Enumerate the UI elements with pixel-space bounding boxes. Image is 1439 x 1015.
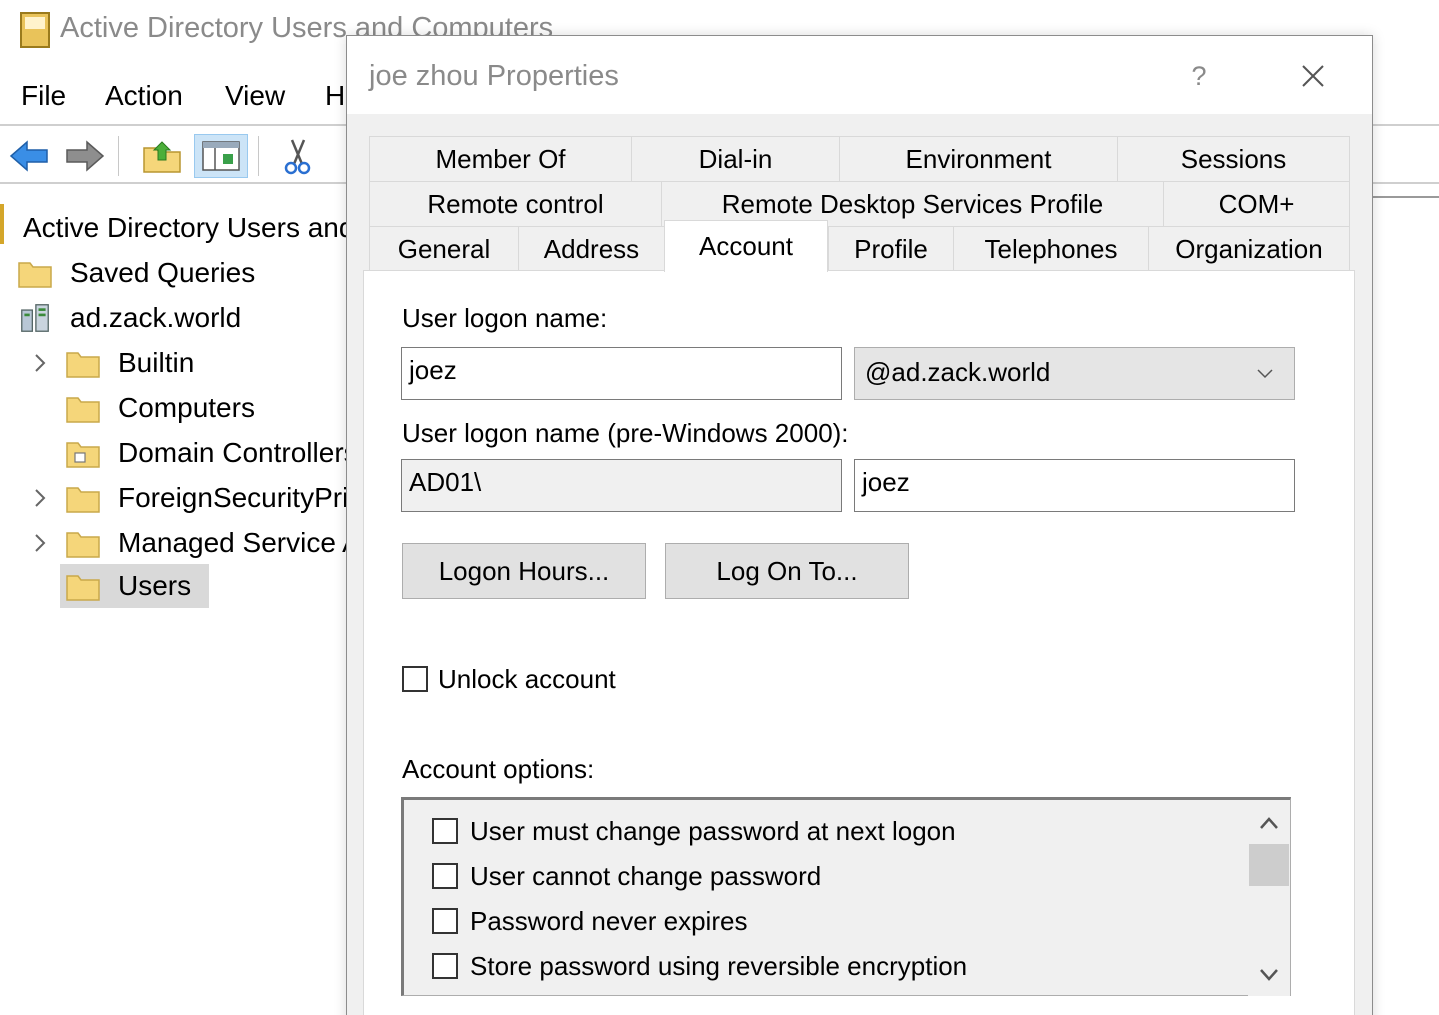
- tree-item-label: Builtin: [118, 347, 195, 378]
- menu-file[interactable]: File: [21, 80, 66, 112]
- tab-account[interactable]: Account: [664, 220, 828, 272]
- upn-suffix-value: @ad.zack.world: [865, 357, 1051, 387]
- ou-folder-icon: [66, 442, 100, 468]
- option-label: User must change password at next logon: [470, 815, 956, 846]
- log-on-to-button[interactable]: Log On To...: [665, 543, 909, 599]
- folder-icon: [18, 262, 52, 288]
- chevron-right-icon[interactable]: [26, 349, 54, 377]
- option-checkbox[interactable]: [432, 953, 458, 979]
- cut-button[interactable]: [270, 134, 324, 178]
- option-label: User cannot change password: [470, 860, 822, 891]
- up-one-level-button[interactable]: [135, 134, 189, 178]
- logon-hours-button[interactable]: Logon Hours...: [402, 543, 646, 599]
- tab-general[interactable]: General: [369, 226, 518, 271]
- tree-item-builtin[interactable]: Builtin: [26, 341, 194, 385]
- tree-item-saved-queries[interactable]: Saved Queries: [18, 251, 255, 295]
- show-hide-console-tree-icon: [202, 141, 240, 171]
- folder-icon: [66, 532, 100, 558]
- list-item[interactable]: User must change password at next logon: [432, 811, 956, 851]
- tab-member-of[interactable]: Member Of: [369, 136, 631, 181]
- tree-item-label: Users: [118, 570, 202, 602]
- tree-item-label: Saved Queries: [70, 257, 256, 288]
- chevron-right-icon[interactable]: [26, 484, 54, 512]
- options-scrollbar[interactable]: [1248, 800, 1290, 996]
- tree-item-label: ad.zack.world: [70, 302, 242, 333]
- pre2000-domain-field: AD01\: [401, 459, 842, 512]
- folder-icon: [66, 575, 100, 601]
- tree-item-label: Domain Controllers: [118, 437, 358, 468]
- back-button[interactable]: [2, 134, 56, 178]
- tab-environment[interactable]: Environment: [839, 136, 1117, 181]
- tab-profile[interactable]: Profile: [828, 226, 953, 271]
- tab-organization[interactable]: Organization: [1148, 226, 1350, 271]
- aduc-app-icon: [20, 12, 50, 48]
- results-pane-header-line: [1372, 196, 1439, 198]
- chevron-down-icon: [1260, 969, 1278, 981]
- tab-dial-in[interactable]: Dial-in: [631, 136, 839, 181]
- tree-item-domain-controllers[interactable]: Domain Controllers: [66, 431, 358, 475]
- chevron-right-icon[interactable]: [26, 529, 54, 557]
- list-item[interactable]: Password never expires: [432, 901, 747, 941]
- unlock-account-checkbox[interactable]: [402, 666, 428, 692]
- dialog-title-bar: joe zhou Properties ?: [347, 36, 1372, 114]
- option-label: Store password using reversible encrypti…: [470, 950, 968, 981]
- tab-address[interactable]: Address: [518, 226, 664, 271]
- list-item[interactable]: Store password using reversible encrypti…: [432, 946, 967, 986]
- folder-icon: [66, 487, 100, 513]
- option-checkbox[interactable]: [432, 863, 458, 889]
- tab-telephones[interactable]: Telephones: [953, 226, 1148, 271]
- option-label: Password never expires: [470, 905, 748, 936]
- tab-remote-control[interactable]: Remote control: [369, 181, 661, 226]
- menu-action[interactable]: Action: [105, 80, 183, 112]
- user-properties-dialog: joe zhou Properties ? Member Of Dial-in …: [346, 35, 1373, 1015]
- tree-item-label: Computers: [118, 392, 255, 423]
- option-checkbox[interactable]: [432, 818, 458, 844]
- upn-suffix-select[interactable]: @ad.zack.world: [854, 347, 1295, 400]
- menu-view[interactable]: View: [225, 80, 285, 112]
- pre2000-logon-label: User logon name (pre-Windows 2000):: [402, 418, 849, 448]
- folder-icon: [66, 397, 100, 423]
- tree-root-icon: [0, 204, 4, 244]
- forward-arrow-icon: [66, 140, 105, 172]
- console-tree: Active Directory Users and Computers Sav…: [0, 200, 499, 1015]
- unlock-account-label: Unlock account: [438, 664, 616, 694]
- option-checkbox[interactable]: [432, 908, 458, 934]
- show-hide-console-tree-button[interactable]: [194, 134, 248, 178]
- forward-button[interactable]: [58, 134, 112, 178]
- help-button[interactable]: ?: [1179, 56, 1219, 96]
- account-options-list[interactable]: User must change password at next logon …: [401, 797, 1291, 996]
- tree-item-computers[interactable]: Computers: [66, 386, 255, 430]
- tree-item-domain[interactable]: ad.zack.world: [18, 296, 241, 340]
- logon-name-input[interactable]: joez: [401, 347, 842, 400]
- chevron-down-icon: [1257, 369, 1273, 379]
- scroll-down-button[interactable]: [1248, 960, 1290, 990]
- close-icon: [1302, 65, 1324, 87]
- toolbar-separator: [118, 136, 119, 176]
- close-button[interactable]: [1291, 54, 1335, 98]
- back-arrow-icon: [9, 140, 48, 172]
- pre2000-logon-input[interactable]: joez: [854, 459, 1295, 512]
- cut-icon: [284, 139, 311, 175]
- toolbar-separator: [258, 136, 259, 176]
- tree-item-users[interactable]: Users: [60, 564, 210, 608]
- account-options-label: Account options:: [402, 754, 595, 784]
- domain-icon: [21, 304, 49, 332]
- scroll-thumb[interactable]: [1249, 844, 1289, 886]
- logon-name-label: User logon name:: [402, 303, 608, 333]
- tab-com-plus[interactable]: COM+: [1163, 181, 1350, 226]
- scroll-up-button[interactable]: [1248, 808, 1290, 838]
- tab-sessions[interactable]: Sessions: [1117, 136, 1350, 181]
- dialog-title: joe zhou Properties: [369, 60, 619, 92]
- folder-icon: [66, 352, 100, 378]
- up-folder-icon: [143, 141, 181, 173]
- chevron-up-icon: [1260, 817, 1278, 829]
- list-item[interactable]: User cannot change password: [432, 856, 821, 896]
